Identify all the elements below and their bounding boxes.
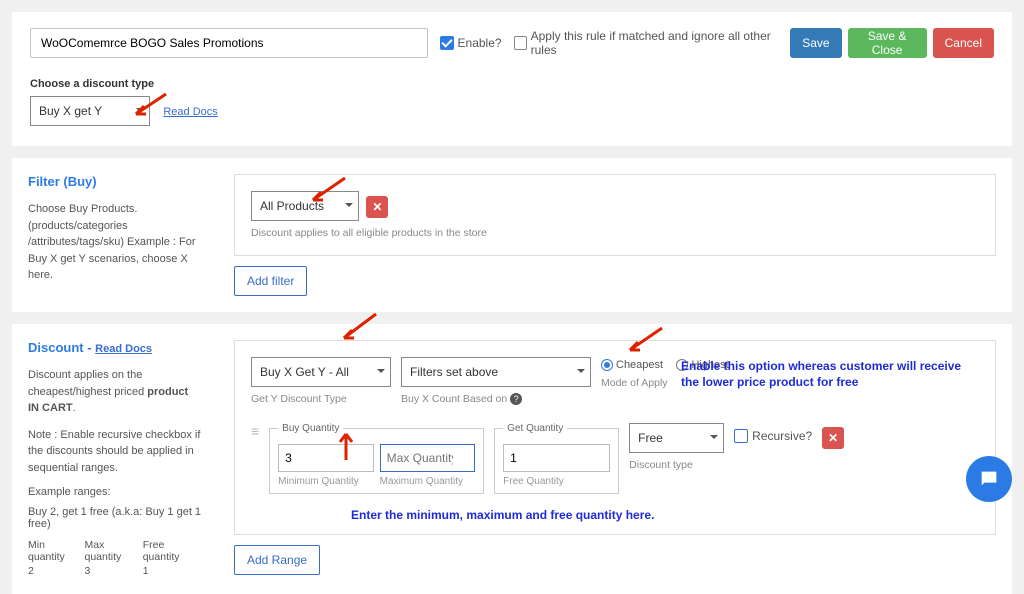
- count-based-group: Filters set above Buy X Count Based on ?: [401, 357, 591, 405]
- discount-type-row: Choose a discount type Buy X get Y Read …: [30, 78, 994, 126]
- cancel-button[interactable]: Cancel: [933, 28, 994, 58]
- cheapest-radio[interactable]: Cheapest: [601, 357, 673, 371]
- count-based-select[interactable]: Filters set above: [401, 357, 591, 387]
- header-row: Enable? Apply this rule if matched and i…: [30, 28, 994, 58]
- check-icon: [440, 36, 454, 50]
- rule-name-input[interactable]: [30, 28, 428, 58]
- discount-box: Buy X Get Y - All Get Y Discount Type Fi…: [234, 340, 996, 535]
- help-icon[interactable]: ?: [510, 393, 522, 405]
- discount-note: Note : Enable recursive checkbox if the …: [28, 427, 202, 477]
- check-icon: [734, 429, 748, 443]
- add-range-button[interactable]: Add Range: [234, 545, 320, 575]
- enable-label: Enable?: [458, 36, 502, 50]
- discount-read-docs-link[interactable]: Read Docs: [95, 343, 152, 355]
- max-quantity-input[interactable]: [380, 444, 476, 472]
- discount-type-select-wrap: Buy X get Y: [30, 96, 150, 126]
- remove-range-button[interactable]: ✕: [822, 427, 844, 449]
- radio-icon: [601, 359, 613, 371]
- save-close-button[interactable]: Save & Close: [848, 28, 927, 58]
- save-button[interactable]: Save: [790, 28, 841, 58]
- example-row1: Buy 2, get 1 free (a.k.a: Buy 1 get 1 fr…: [28, 506, 202, 530]
- chat-widget[interactable]: [966, 456, 1012, 502]
- mode-apply-group: Cheapest Highest Mode of Apply Enable th…: [601, 357, 739, 389]
- filter-section: Filter (Buy) Choose Buy Products. (produ…: [12, 158, 1012, 312]
- count-based-helper: Buy X Count Based on ?: [401, 393, 591, 405]
- discount-type-helper: Discount type: [629, 459, 724, 471]
- filter-product-select-wrap: All Products: [251, 191, 359, 221]
- filter-side: Filter (Buy) Choose Buy Products. (produ…: [12, 158, 218, 312]
- get-quantity-group: Get Quantity Free Quantity: [494, 423, 619, 494]
- filter-helper: Discount applies to all eligible product…: [251, 227, 979, 239]
- enable-checkbox[interactable]: Enable?: [440, 36, 502, 50]
- drag-handle[interactable]: ≡: [251, 423, 259, 439]
- free-quantity-input[interactable]: [503, 444, 610, 472]
- get-y-type-select[interactable]: Buy X Get Y - All: [251, 357, 391, 387]
- discount-content: Buy X Get Y - All Get Y Discount Type Fi…: [218, 324, 1012, 594]
- ignore-rules-checkbox[interactable]: Apply this rule if matched and ignore al…: [514, 29, 779, 57]
- discount-section: Discount - Read Docs Discount applies on…: [12, 324, 1012, 594]
- example-table: Min quantityMax quantityFree quantity 23…: [28, 538, 202, 578]
- buy-quantity-group: Buy Quantity Minimum Quantity Maximum Qu…: [269, 423, 484, 494]
- annotation-quantity: Enter the minimum, maximum and free quan…: [351, 508, 979, 522]
- get-y-type-helper: Get Y Discount Type: [251, 393, 391, 405]
- remove-filter-button[interactable]: ✕: [366, 196, 388, 218]
- check-icon: [514, 36, 527, 50]
- quantity-row: ≡ Buy Quantity Minimum Quantity Maximum …: [251, 423, 979, 494]
- add-filter-button[interactable]: Add filter: [234, 266, 307, 296]
- free-type-select[interactable]: Free: [629, 423, 724, 453]
- discount-top-row: Buy X Get Y - All Get Y Discount Type Fi…: [251, 357, 979, 405]
- action-buttons: Save Save & Close Cancel: [790, 28, 994, 58]
- discount-type-label: Choose a discount type: [30, 78, 994, 90]
- read-docs-link[interactable]: Read Docs: [163, 106, 217, 118]
- filter-product-select[interactable]: All Products: [251, 191, 359, 221]
- annotation-mode: Enable this option whereas customer will…: [681, 359, 971, 390]
- filter-desc: Choose Buy Products. (products/categorie…: [28, 201, 202, 284]
- header-panel: Enable? Apply this rule if matched and i…: [12, 12, 1012, 146]
- filter-content: All Products ✕ Discount applies to all e…: [218, 158, 1012, 312]
- discount-title: Discount - Read Docs: [28, 340, 202, 355]
- discount-type-select[interactable]: Buy X get Y: [30, 96, 150, 126]
- recursive-checkbox[interactable]: Recursive?: [734, 429, 812, 443]
- discount-type-group: Free Discount type: [629, 423, 724, 471]
- discount-side: Discount - Read Docs Discount applies on…: [12, 324, 218, 594]
- get-y-type-group: Buy X Get Y - All Get Y Discount Type: [251, 357, 391, 405]
- example-label: Example ranges:: [28, 486, 202, 498]
- filter-title: Filter (Buy): [28, 174, 202, 189]
- min-quantity-input[interactable]: [278, 444, 374, 472]
- discount-desc: Discount applies on the cheapest/highest…: [28, 367, 202, 417]
- filter-box: All Products ✕ Discount applies to all e…: [234, 174, 996, 256]
- chat-icon: [978, 468, 1000, 490]
- ignore-label: Apply this rule if matched and ignore al…: [531, 29, 779, 57]
